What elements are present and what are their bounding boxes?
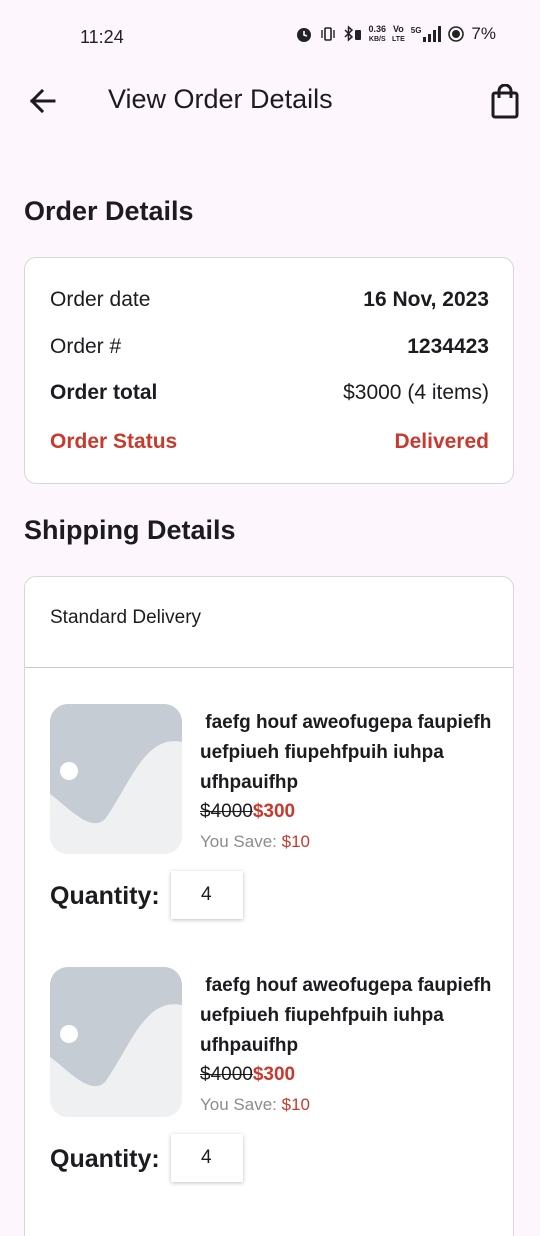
- order-total-value: $3000 (4 items): [343, 381, 489, 404]
- net-speed: 0.36 KB/S: [368, 23, 387, 43]
- order-status-row: Order Status Delivered: [50, 430, 489, 454]
- image-placeholder-icon: [50, 704, 182, 854]
- quantity-field[interactable]: 4: [171, 871, 243, 919]
- battery-percent: 7%: [471, 24, 496, 43]
- price-line: $4000$300: [200, 801, 295, 823]
- order-date-row: Order date 16 Nov, 2023: [50, 288, 489, 312]
- sale-price: $300: [252, 801, 296, 822]
- original-price: $4000: [200, 801, 253, 822]
- savings-amount: $10: [281, 1095, 310, 1114]
- order-number-label: Order #: [50, 335, 122, 358]
- quantity-field[interactable]: 4: [171, 1134, 243, 1182]
- shipping-details-heading: Shipping Details: [24, 515, 236, 545]
- status-time: 11:24: [80, 27, 124, 47]
- quantity-label: Quantity:: [50, 882, 160, 910]
- image-placeholder-icon: [50, 967, 182, 1117]
- order-status-value: Delivered: [394, 430, 489, 453]
- product-name: faefg houf aweofugepa faupiefh uefpiueh …: [200, 975, 497, 1056]
- divider: [25, 667, 513, 668]
- vibrate-icon: [320, 27, 335, 41]
- price-line: $4000$300: [200, 1064, 295, 1086]
- order-details-heading: Order Details: [24, 196, 194, 226]
- order-item: faefg houf aweofugepa faupiefh uefpiueh …: [25, 704, 515, 944]
- order-item: faefg houf aweofugepa faupiefh uefpiueh …: [25, 967, 515, 1207]
- order-date-label: Order date: [50, 288, 151, 311]
- signal-icon: 5G: [411, 26, 442, 42]
- product-name: faefg houf aweofugepa faupiefh uefpiueh …: [200, 712, 497, 793]
- app-bar: View Order Details: [0, 74, 540, 130]
- shopping-bag-icon[interactable]: [488, 84, 522, 120]
- page-title: View Order Details: [108, 84, 333, 114]
- savings-label: You Save:: [200, 832, 282, 851]
- order-number-value: 1234423: [407, 335, 489, 358]
- battery-saver-icon: [448, 26, 465, 42]
- savings-line: You Save: $10: [200, 1095, 310, 1115]
- order-status-label: Order Status: [50, 430, 178, 453]
- quantity-label: Quantity:: [50, 1145, 160, 1173]
- bluetooth-battery-icon: [343, 25, 361, 42]
- savings-label: You Save:: [200, 1095, 282, 1114]
- arrow-back-icon[interactable]: [26, 84, 60, 118]
- shipping-details-card: Standard Delivery faefg houf aweofugepa …: [24, 576, 514, 1236]
- product-image-placeholder: [50, 967, 182, 1117]
- status-bar: 11:24 0.36 KB/S Vo LTE 5G 7%: [0, 0, 540, 74]
- delivery-method: Standard Delivery: [50, 607, 202, 628]
- order-details-card: Order date 16 Nov, 2023 Order # 1234423 …: [24, 257, 514, 484]
- order-total-label: Order total: [50, 381, 158, 404]
- order-total-row: Order total $3000 (4 items): [50, 381, 489, 405]
- sale-price: $300: [252, 1064, 296, 1085]
- status-icons: 0.36 KB/S Vo LTE 5G 7%: [295, 24, 496, 44]
- original-price: $4000: [200, 1064, 253, 1085]
- order-date-value: 16 Nov, 2023: [363, 288, 489, 311]
- savings-line: You Save: $10: [200, 832, 310, 852]
- alarm-icon: [296, 28, 311, 42]
- savings-amount: $10: [281, 832, 310, 851]
- order-number-row: Order # 1234423: [50, 335, 489, 359]
- volte-indicator: Vo LTE: [392, 23, 405, 43]
- product-image-placeholder: [50, 704, 182, 854]
